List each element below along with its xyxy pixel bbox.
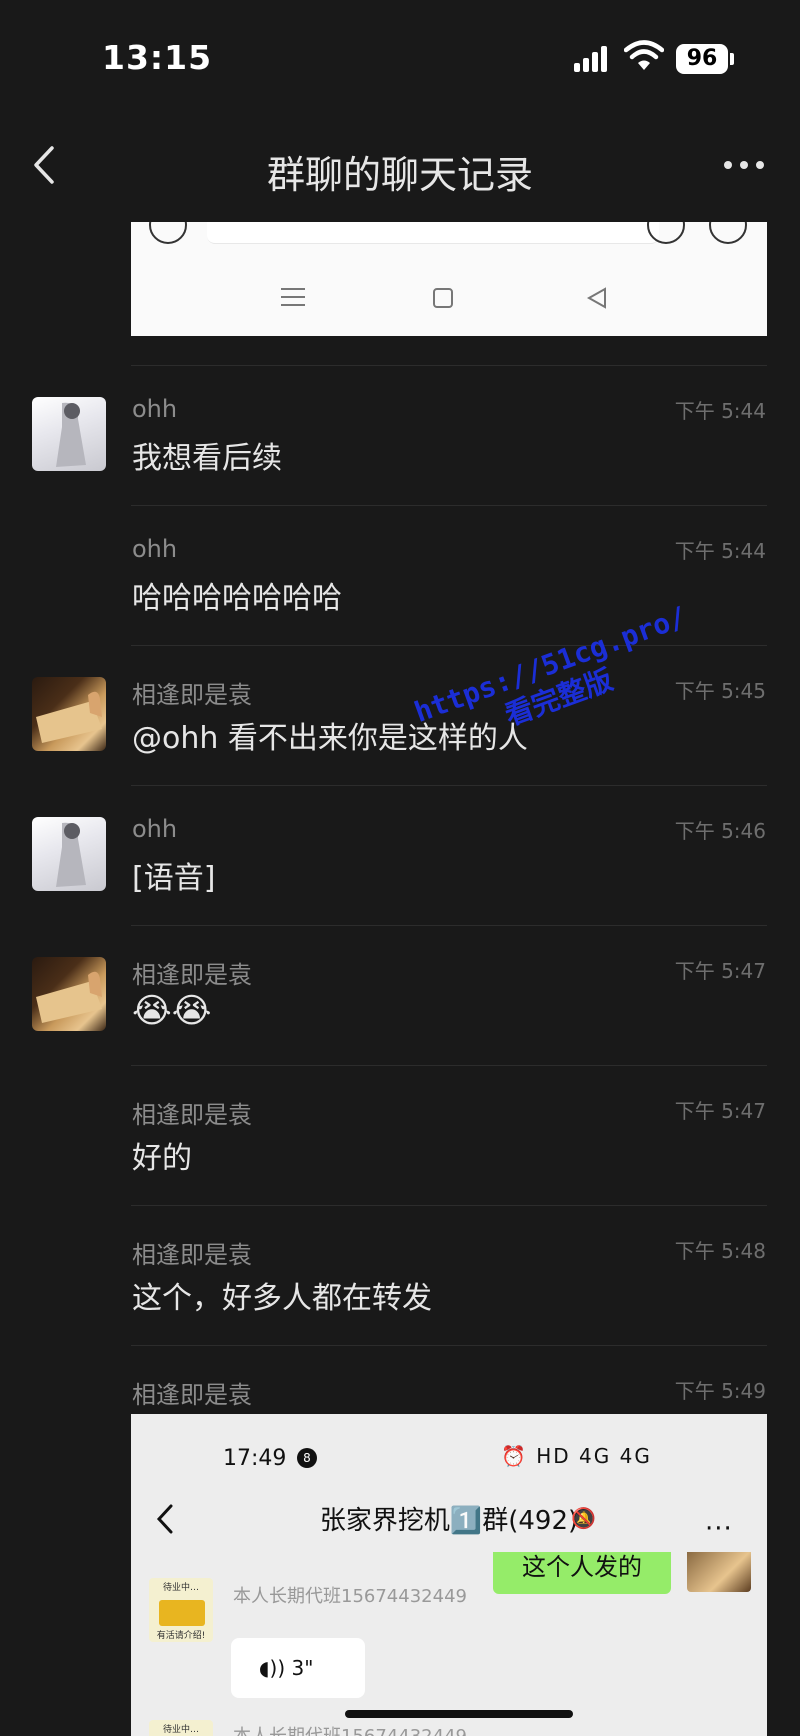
- shot-more-icon: ···: [705, 1514, 733, 1544]
- watermark: https://51cg.pro/ 看完整版: [410, 600, 696, 762]
- page-title: 群聊的聊天记录: [266, 153, 533, 197]
- avatar[interactable]: [32, 677, 106, 751]
- sender-name: 相逢即是袁: [132, 1381, 252, 1409]
- home-icon: [433, 288, 453, 308]
- shared-image-top[interactable]: [131, 222, 767, 336]
- shared-screenshot-image[interactable]: 17:49 8 ⏰ HD 4G 4G 张家界挖机1️⃣群(492) 🔕 ··· …: [131, 1414, 767, 1736]
- shot-green-bubble: 这个人发的: [493, 1552, 671, 1594]
- menu-icon: [281, 288, 305, 308]
- shot-sender: 本人长期代班15674432449: [233, 1586, 467, 1607]
- battery-tip: [730, 53, 734, 65]
- plus-icon: [709, 222, 747, 244]
- shot-sender: 本人长期代班15674432449: [233, 1722, 467, 1736]
- avatar-image: [36, 971, 102, 1023]
- message-time: 下午 5:44: [674, 399, 766, 423]
- divider: [131, 365, 767, 366]
- shot-status-time: 17:49: [223, 1446, 287, 1471]
- message-time: 下午 5:44: [674, 539, 766, 563]
- sender-name: ohh: [132, 395, 178, 423]
- message-time: 下午 5:45: [674, 679, 766, 703]
- navbar: 群聊的聊天记录: [0, 110, 800, 222]
- voice-wave-icon: ◖)): [259, 1656, 292, 1680]
- shot-mute-icon: 🔕: [571, 1506, 596, 1530]
- message-text: [语音]: [132, 861, 216, 896]
- emoji-button-icon: [149, 222, 187, 244]
- wifi-icon: [624, 40, 664, 70]
- shot-avatar: 待业中… 有活请介绍!: [149, 1578, 213, 1642]
- sender-name: 相逢即是袁: [132, 1101, 252, 1129]
- sender-name: 相逢即是袁: [132, 681, 252, 709]
- sender-name: 相逢即是袁: [132, 961, 252, 989]
- cellular-signal-icon: [574, 44, 610, 72]
- divider: [131, 505, 767, 506]
- shot-avatar: 待业中…: [149, 1720, 213, 1736]
- message-emoji: 😭😭: [132, 991, 212, 1031]
- shot-avatar-label: 有活请介绍!: [156, 1631, 206, 1641]
- message-text: 我想看后续: [132, 441, 282, 476]
- sender-name: ohh: [132, 535, 178, 563]
- shot-notification-badge: 8: [297, 1448, 317, 1468]
- avatar-image: [56, 402, 86, 467]
- avatar[interactable]: [32, 817, 106, 891]
- message-text: 这个，好多人都在转发: [132, 1281, 432, 1316]
- status-time: 13:15: [102, 38, 213, 77]
- avatar[interactable]: [32, 397, 106, 471]
- shot-green-bubble-text: 这个人发的: [522, 1553, 642, 1581]
- shot-voice-length: 3": [291, 1656, 314, 1680]
- message-time: 下午 5:47: [674, 1099, 766, 1123]
- divider: [131, 785, 767, 786]
- shot-avatar-label: 待业中…: [162, 1583, 199, 1593]
- divider: [131, 1345, 767, 1346]
- avatar-image: [36, 691, 102, 743]
- sender-name: 相逢即是袁: [132, 1241, 252, 1269]
- shot-avatar-label: 待业中…: [162, 1725, 199, 1735]
- message-time: 下午 5:48: [674, 1239, 766, 1263]
- divider: [131, 1065, 767, 1066]
- shot-group-title: 张家界挖机1️⃣群(492): [319, 1506, 579, 1536]
- status-bar: 13:15 96: [0, 0, 800, 110]
- input-bar-preview: [207, 222, 659, 244]
- excavator-icon: [159, 1600, 205, 1626]
- divider: [131, 1205, 767, 1206]
- sender-name: ohh: [132, 815, 178, 843]
- battery-icon: 96: [676, 44, 728, 74]
- message-text: 哈哈哈哈哈哈哈: [132, 581, 342, 616]
- message-text: 好的: [132, 1141, 192, 1176]
- shot-voice-bubble: ◖)) 3": [231, 1638, 365, 1698]
- shot-home-indicator: [345, 1710, 573, 1718]
- message-time: 下午 5:46: [674, 819, 766, 843]
- shot-my-avatar: [687, 1552, 751, 1592]
- shot-status-icons: ⏰ HD 4G 4G: [501, 1444, 652, 1468]
- message-time: 下午 5:49: [674, 1379, 766, 1403]
- avatar-image: [56, 822, 86, 887]
- divider: [131, 925, 767, 926]
- more-icon[interactable]: [720, 150, 768, 180]
- triangle-back-icon: [586, 287, 606, 309]
- message-time: 下午 5:47: [674, 959, 766, 983]
- avatar[interactable]: [32, 957, 106, 1031]
